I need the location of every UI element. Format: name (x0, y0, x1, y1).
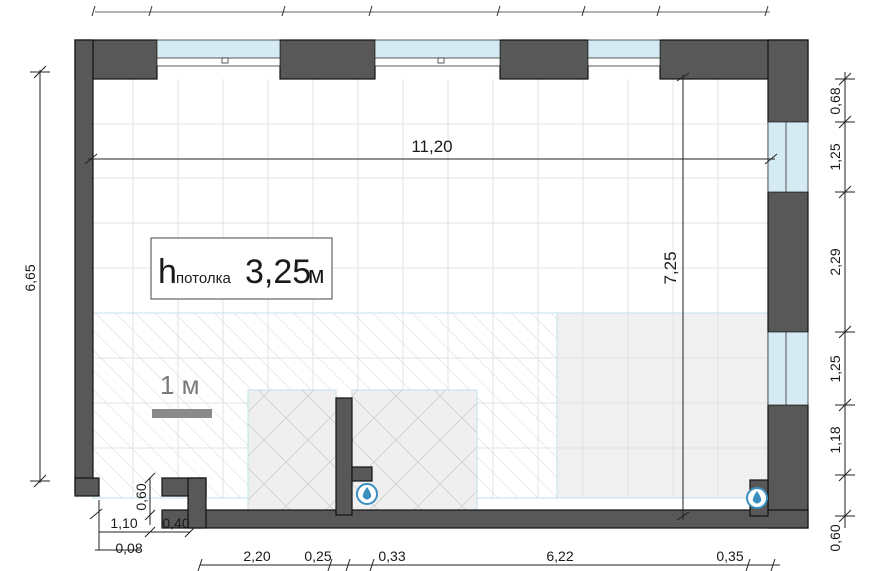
room-depth-label: 7,25 (661, 251, 680, 284)
left-height-label: 6,65 (22, 264, 38, 291)
bottom-left-dim-4: 0,08 (115, 540, 142, 556)
top-dimension-strip (91, 5, 770, 17)
bottom-left-dim-1: 0,60 (133, 483, 149, 510)
bottom-dim-5: 0,35 (716, 548, 743, 564)
ceiling-height-box: h потолка 3,25 м (150, 237, 333, 300)
room-width-label: 11,20 (411, 137, 452, 156)
window-top-2 (374, 39, 501, 67)
floor-plan: 11,20 7,25 6,65 0,68 1,25 2,29 1,25 1,18… (0, 0, 883, 571)
dimension-chain-bottom: 2,20 0,25 0,33 6,22 0,35 (197, 548, 780, 571)
ceiling-symbol: h (158, 253, 177, 291)
water-drop-icon (746, 487, 768, 509)
water-drop-icon (356, 483, 378, 505)
bottom-dim-1: 2,20 (243, 548, 270, 564)
right-dim-6: 0,60 (827, 524, 843, 551)
right-dim-3: 2,29 (827, 248, 843, 275)
ceiling-sub: потолка (176, 270, 231, 287)
dimension-left-height: 6,65 (22, 65, 50, 488)
right-dim-4: 1,25 (827, 355, 843, 382)
window-top-1 (156, 39, 281, 67)
scale-label: 1 м (160, 370, 200, 400)
bottom-left-dim-3: 0,40 (162, 515, 189, 531)
window-top-3 (587, 39, 661, 67)
dimension-chain-right: 0,68 1,25 2,29 1,25 1,18 0,60 (827, 72, 855, 552)
bottom-dim-4: 6,22 (546, 548, 573, 564)
right-dim-2: 1,25 (827, 143, 843, 170)
bottom-dim-3: 0,33 (378, 548, 405, 564)
ceiling-value: 3,25 (245, 253, 311, 291)
right-dim-5: 1,18 (827, 426, 843, 453)
ceiling-unit: м (308, 262, 325, 289)
window-right-2 (767, 331, 809, 406)
bathroom-left (247, 389, 337, 516)
bottom-left-dim-2: 1,10 (110, 515, 137, 531)
zone-gray (556, 312, 769, 499)
right-dim-1: 0,68 (827, 87, 843, 114)
bottom-dim-2: 0,25 (304, 548, 331, 564)
